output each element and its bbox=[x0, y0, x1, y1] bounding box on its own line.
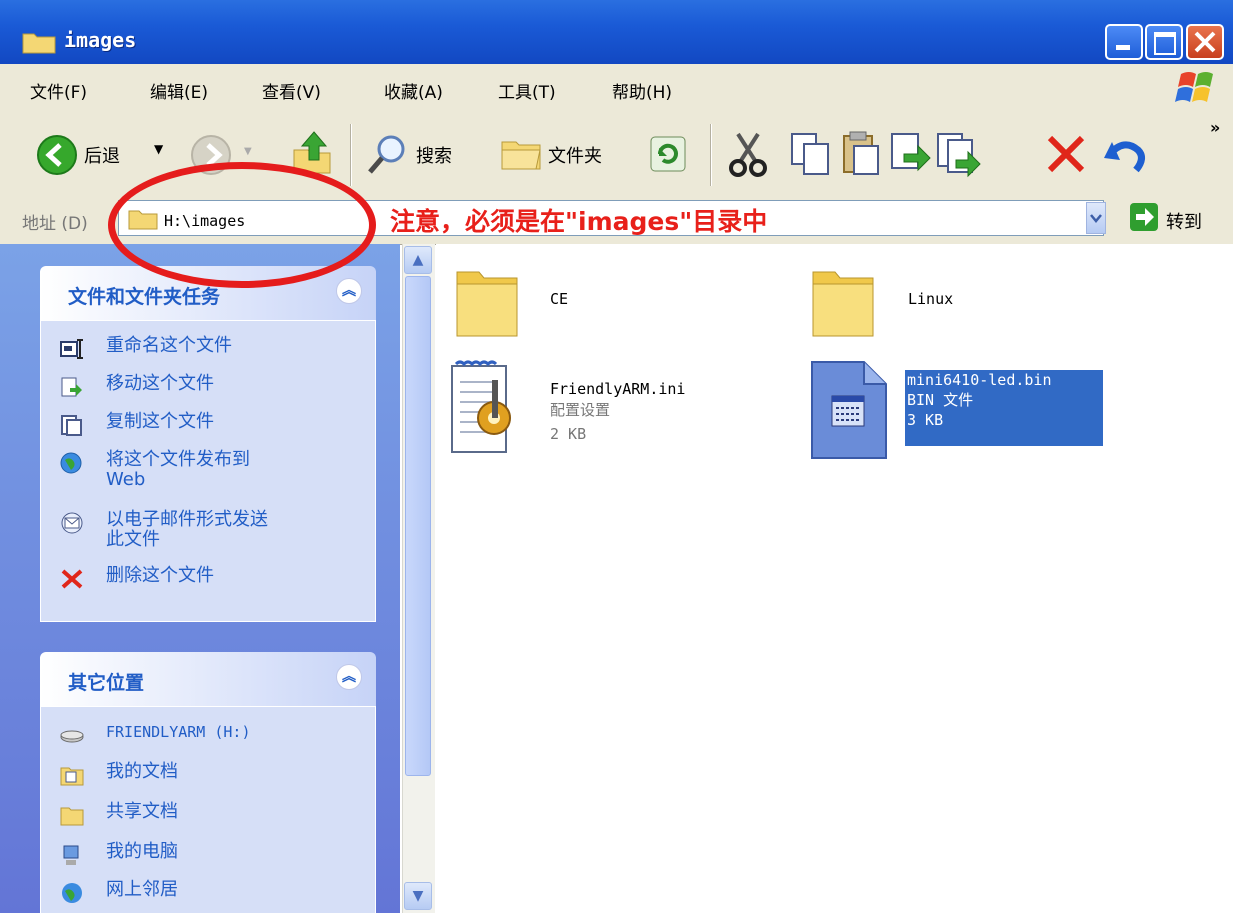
drive-icon bbox=[60, 730, 84, 743]
chevron-down-icon bbox=[1090, 214, 1102, 223]
close-button[interactable] bbox=[1186, 24, 1224, 60]
copy-icon[interactable] bbox=[788, 130, 832, 178]
back-button[interactable]: 后退 bbox=[84, 142, 120, 168]
cut-icon[interactable] bbox=[726, 130, 770, 178]
back-dropdown-icon[interactable]: ▼ bbox=[154, 142, 163, 156]
menu-view[interactable]: 查看(V) bbox=[262, 78, 321, 103]
folder-icon bbox=[456, 271, 518, 337]
annotation-ellipse bbox=[108, 162, 376, 288]
folder-icon bbox=[812, 271, 874, 337]
email-icon bbox=[61, 512, 83, 534]
menu-favorites[interactable]: 收藏(A) bbox=[384, 78, 443, 103]
shared-folder-icon bbox=[60, 807, 84, 826]
file-list bbox=[436, 244, 1233, 913]
minimize-button[interactable] bbox=[1105, 24, 1143, 60]
windows-logo-icon bbox=[1175, 72, 1213, 102]
selected-file-label[interactable]: mini6410-led.bin BIN 文件 3 KB bbox=[904, 369, 1104, 447]
delete-icon bbox=[61, 569, 83, 589]
scroll-thumb[interactable] bbox=[405, 276, 431, 776]
search-button[interactable]: 搜索 bbox=[416, 142, 452, 168]
delete-icon[interactable] bbox=[1044, 132, 1088, 176]
forward-dropdown-icon[interactable]: ▼ bbox=[244, 146, 252, 157]
collapse-icon[interactable]: ︽ bbox=[336, 664, 362, 690]
other-places-title: 其它位置 bbox=[68, 672, 145, 694]
folders-button[interactable]: 文件夹 bbox=[548, 142, 602, 168]
address-label: 地址 (D) bbox=[22, 214, 88, 234]
refresh-icon[interactable] bbox=[648, 134, 688, 174]
scroll-up-button[interactable]: ▲ bbox=[404, 246, 432, 274]
annotation-text: 注意，必须是在"images"目录中 bbox=[390, 207, 768, 236]
file-tasks-title: 文件和文件夹任务 bbox=[68, 286, 221, 308]
close-icon bbox=[1194, 31, 1216, 53]
move-to-icon[interactable] bbox=[888, 128, 932, 178]
menu-help[interactable]: 帮助(H) bbox=[612, 78, 672, 103]
search-icon[interactable] bbox=[364, 132, 410, 178]
back-arrow-icon[interactable] bbox=[36, 134, 78, 176]
rename-icon bbox=[60, 339, 83, 359]
toolbar-separator bbox=[350, 124, 351, 186]
go-icon[interactable] bbox=[1130, 203, 1158, 231]
address-dropdown-button[interactable] bbox=[1086, 202, 1106, 234]
folder-icon bbox=[22, 33, 56, 54]
other-places-header[interactable]: 其它位置 ︽ bbox=[40, 652, 376, 706]
folders-icon[interactable] bbox=[500, 136, 544, 172]
window-title: images bbox=[64, 28, 137, 52]
network-icon bbox=[62, 883, 82, 903]
move-icon bbox=[61, 377, 82, 397]
paste-icon[interactable] bbox=[838, 128, 882, 178]
copy-to-icon[interactable] bbox=[934, 128, 984, 178]
title-bar[interactable]: images bbox=[0, 0, 1233, 64]
menu-tools[interactable]: 工具(T) bbox=[498, 78, 556, 103]
go-button[interactable]: 转到 bbox=[1166, 208, 1202, 234]
scroll-down-button[interactable]: ▼ bbox=[404, 882, 432, 910]
toolbar-separator bbox=[710, 124, 711, 186]
bin-file-icon bbox=[811, 361, 887, 459]
menu-file[interactable]: 文件(F) bbox=[30, 78, 87, 103]
toolbar-more-icon[interactable]: » bbox=[1210, 118, 1220, 137]
my-computer-icon bbox=[63, 845, 79, 865]
copy-file-icon bbox=[61, 415, 82, 436]
maximize-button[interactable] bbox=[1145, 24, 1183, 60]
config-file-icon bbox=[451, 360, 511, 453]
undo-icon[interactable] bbox=[1100, 130, 1150, 176]
collapse-icon[interactable]: ︽ bbox=[336, 278, 362, 304]
menu-edit[interactable]: 编辑(E) bbox=[150, 78, 208, 103]
my-documents-icon bbox=[60, 767, 84, 786]
globe-icon bbox=[60, 452, 82, 474]
